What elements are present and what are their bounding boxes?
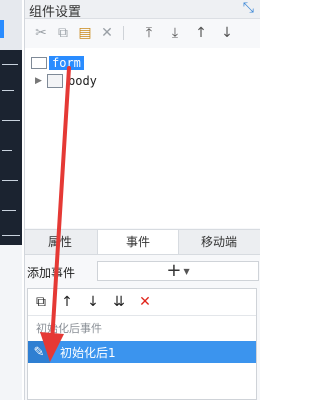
move-down-icon[interactable]: ↓: [84, 293, 102, 311]
move-up-icon[interactable]: ↑: [58, 293, 76, 311]
delete-icon[interactable]: ✕: [97, 23, 117, 43]
canvas-line: [2, 180, 18, 181]
tab-properties[interactable]: 属性: [25, 230, 95, 254]
canvas-line: [2, 64, 18, 65]
container-icon: [47, 74, 63, 88]
event-toolbar: ⧉ ↑ ↓ ⇊ ✕: [28, 289, 256, 316]
component-settings-panel: 组件设置 ⤡ ✂ ⧉ ▤ ✕ ⤒ ⤓ ↑ ↓ form ▶ body 属性 事件…: [24, 0, 260, 400]
plus-icon: +: [166, 260, 182, 281]
panel-title: 组件设置: [29, 5, 82, 20]
event-group-label: 初始化后事件: [36, 322, 102, 335]
panel-title-bar: 组件设置 ⤡: [25, 0, 260, 20]
canvas-line: [2, 150, 12, 151]
copy-icon[interactable]: ⧉: [53, 23, 73, 43]
canvas-line: [2, 235, 20, 236]
move-down-icon[interactable]: ↓: [217, 23, 237, 43]
reorder-icon[interactable]: ⇊: [110, 293, 128, 311]
canvas-accent: [0, 20, 4, 38]
canvas-line: [2, 120, 20, 121]
delete-event-icon[interactable]: ✕: [136, 293, 154, 311]
tree-node-form[interactable]: form: [31, 54, 84, 72]
cut-icon[interactable]: ✂: [31, 23, 51, 43]
tree-node-form-label: form: [49, 56, 84, 70]
expand-arrow-icon[interactable]: ▶: [35, 76, 47, 86]
edit-pencil-icon[interactable]: ✎: [28, 341, 50, 363]
add-event-row: 添加事件 + ▼: [25, 260, 260, 282]
canvas-lower-area: [0, 245, 22, 400]
settings-tabs: 属性 事件 移动端: [25, 229, 260, 255]
event-item-label: 初始化后1: [60, 345, 116, 360]
toolbar-divider: [123, 26, 124, 40]
copy-event-icon[interactable]: ⧉: [32, 293, 50, 311]
canvas-preview: [0, 50, 22, 245]
move-top-icon[interactable]: ⤒: [139, 23, 159, 43]
tab-mobile[interactable]: 移动端: [179, 230, 259, 254]
paste-icon[interactable]: ▤: [75, 23, 95, 43]
tab-events[interactable]: 事件: [97, 230, 179, 254]
add-event-label: 添加事件: [27, 266, 76, 280]
chevron-down-icon: ▼: [183, 266, 190, 276]
move-up-icon[interactable]: ↑: [191, 23, 211, 43]
form-icon: [31, 57, 47, 69]
tree-toolbar: ✂ ⧉ ▤ ✕ ⤒ ⤓ ↑ ↓: [25, 20, 260, 46]
design-canvas-strip: [0, 0, 22, 400]
event-list-panel: ⧉ ↑ ↓ ⇊ ✕ 初始化后事件 ✎ 初始化后1: [27, 288, 257, 400]
canvas-line: [2, 210, 16, 211]
tree-node-body-label: body: [68, 74, 97, 88]
resize-corner-icon[interactable]: ⤡: [243, 0, 254, 16]
event-item[interactable]: ✎ 初始化后1: [28, 341, 256, 363]
canvas-line: [2, 90, 14, 91]
component-tree: form ▶ body: [25, 48, 260, 228]
add-event-dropdown[interactable]: + ▼: [97, 261, 259, 281]
move-bottom-icon[interactable]: ⤓: [165, 23, 185, 43]
tree-node-body[interactable]: ▶ body: [35, 72, 100, 90]
